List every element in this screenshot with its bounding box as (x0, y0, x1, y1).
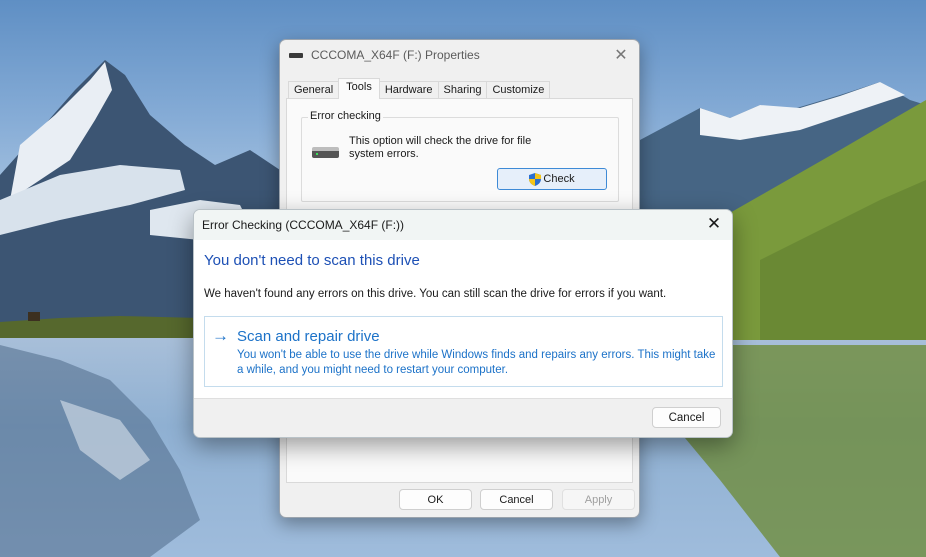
dialog-footer: Cancel (194, 398, 732, 437)
dialog-heading: You don't need to scan this drive (204, 252, 420, 269)
uac-shield-icon (529, 172, 542, 186)
properties-title: CCCOMA_X64F (F:) Properties (311, 48, 480, 62)
dialog-cancel-button[interactable]: Cancel (652, 407, 721, 428)
error-checking-group-label: Error checking (308, 110, 383, 122)
properties-tabs: General Tools Hardware Sharing Customize (288, 78, 551, 99)
error-checking-title: Error Checking (CCCOMA_X64F (F:)) (202, 218, 405, 232)
tab-sharing[interactable]: Sharing (437, 81, 488, 99)
tab-customize[interactable]: Customize (486, 81, 551, 99)
hut (28, 312, 40, 321)
error-checking-titlebar[interactable]: Error Checking (CCCOMA_X64F (F:)) (194, 210, 732, 240)
check-button-label: Check (543, 173, 575, 185)
scan-and-repair-option[interactable]: → Scan and repair drive You won't be abl… (204, 316, 723, 387)
ok-button[interactable]: OK (399, 489, 472, 510)
scan-and-repair-description: You won't be able to use the drive while… (237, 349, 716, 376)
tab-tools[interactable]: Tools (338, 78, 380, 99)
error-checking-dialog: Error Checking (CCCOMA_X64F (F:)) ✕ You … (193, 209, 733, 438)
apply-button[interactable]: Apply (562, 489, 635, 510)
dialog-message: We haven't found any errors on this driv… (204, 288, 667, 300)
properties-close-button[interactable]: ✕ (611, 45, 631, 65)
arrow-right-icon: → (212, 326, 229, 345)
tab-general[interactable]: General (288, 81, 340, 99)
close-icon: ✕ (706, 214, 722, 233)
close-icon: ✕ (614, 47, 628, 64)
error-checking-close-button[interactable]: ✕ (704, 214, 724, 234)
error-checking-description: This option will check the drive for fil… (349, 135, 532, 160)
hard-drive-icon (312, 147, 339, 158)
properties-titlebar[interactable]: CCCOMA_X64F (F:) Properties (280, 40, 639, 70)
error-checking-group: Error checking This option will check th… (301, 110, 619, 202)
cancel-button[interactable]: Cancel (480, 489, 553, 510)
drive-icon (289, 52, 303, 58)
scan-and-repair-title: Scan and repair drive (237, 328, 380, 345)
check-button[interactable]: Check (497, 168, 607, 190)
tab-hardware[interactable]: Hardware (378, 81, 439, 99)
